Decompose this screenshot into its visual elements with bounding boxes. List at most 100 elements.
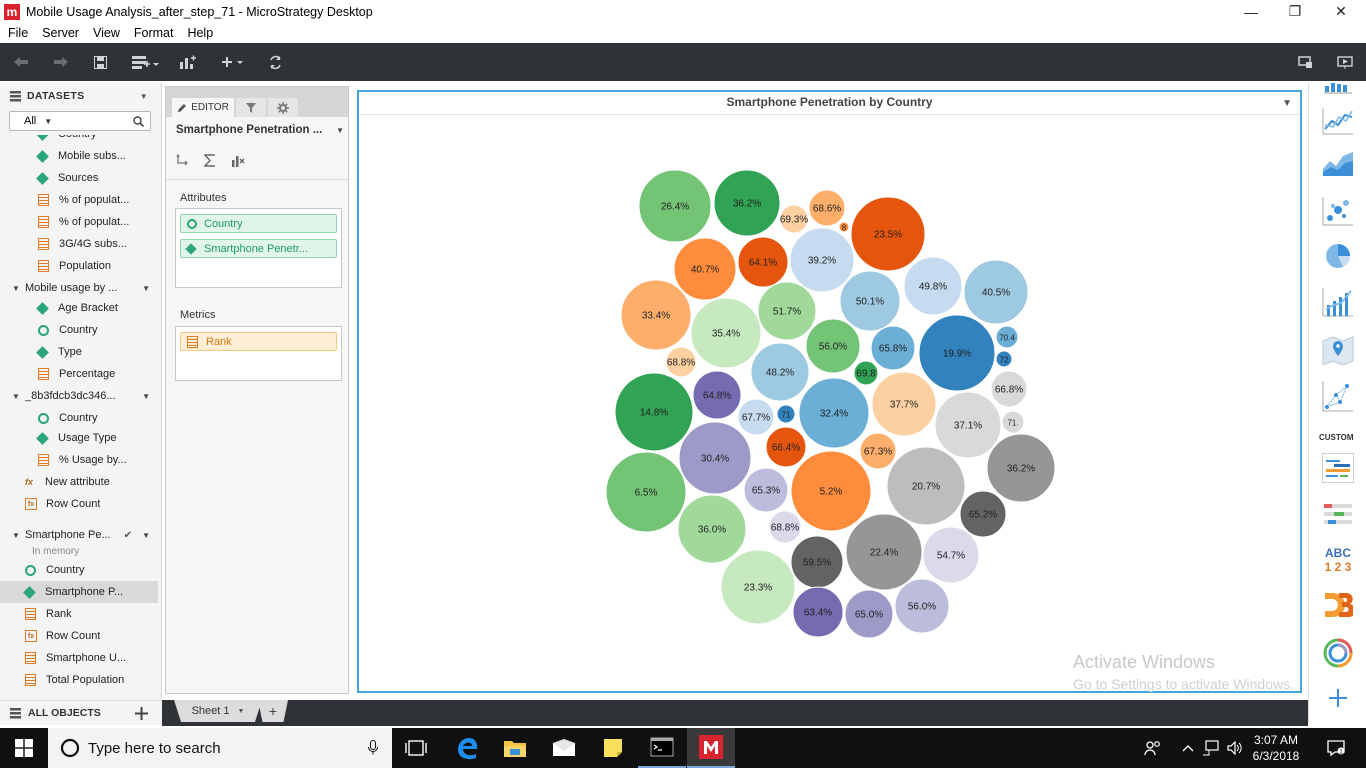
taskbar-search-box[interactable]: Type here to search [48,728,392,768]
close-button[interactable]: ✕ [1318,0,1364,23]
dataset-object-item[interactable]: Country [0,559,158,581]
system-clock[interactable]: 3:07 AM 6/3/2018 [1248,732,1304,764]
expand-caret-icon[interactable]: ▼ [10,392,22,401]
d3-icon[interactable] [1321,588,1355,622]
edge-browser-icon[interactable] [443,728,491,768]
menu-server[interactable]: Server [42,26,79,40]
dataset-object-item[interactable]: fx New attribute [0,471,158,493]
combo-chart-icon[interactable] [1321,285,1355,319]
save-icon[interactable] [92,51,108,73]
add-data-icon[interactable] [130,51,160,73]
menu-file[interactable]: File [8,26,28,40]
search-icon[interactable] [133,116,144,127]
minimize-button[interactable]: — [1228,0,1274,23]
expand-caret-icon[interactable]: ▼ [10,531,22,540]
expand-caret-icon[interactable]: ▼ [10,284,22,293]
dataset-object-item[interactable]: Country [0,407,158,429]
visualization-options-icon[interactable] [231,153,245,167]
dataset-object-item[interactable]: Age Bracket [0,297,158,319]
network-icon[interactable] [1321,379,1355,413]
dataset-object-item[interactable]: Sources [0,167,158,189]
add-visualization-icon[interactable] [178,51,196,73]
group-menu-icon[interactable]: ▼ [142,284,150,293]
restore-button[interactable]: ❐ [1272,0,1318,23]
grid-viz-icon[interactable] [1321,69,1355,103]
sheet-tab[interactable]: Sheet 1 ▼ [174,700,262,722]
dataset-object-item[interactable]: fx Row Count [0,625,158,647]
insert-menu-icon[interactable] [219,51,245,73]
sticky-notes-icon[interactable] [589,728,637,768]
all-objects-label[interactable]: ALL OBJECTS [28,707,101,719]
pie-chart-icon[interactable] [1321,239,1355,273]
mail-icon[interactable] [540,728,588,768]
bubble-chart[interactable]: 26.4% 36.2% 69.3% 68.6%8 23.5% 40.7% 64.1% 39.2… [359,92,1300,691]
area-chart-icon[interactable] [1321,146,1355,180]
all-objects-bar: ALL OBJECTS [0,700,162,725]
dataset-group-header[interactable]: ▼ _8b3fdcb3dc346... ▼ [0,385,158,407]
swap-icon[interactable] [176,153,190,167]
network-tray-icon[interactable] [1200,728,1222,768]
microstrategy-taskbar-icon[interactable] [687,728,735,768]
file-explorer-icon[interactable] [491,728,539,768]
donut-chart-icon[interactable] [1321,636,1355,670]
redo-icon[interactable] [52,51,70,73]
bubble-chart-icon[interactable] [1321,194,1355,228]
sigma-icon[interactable] [203,154,216,167]
volume-icon[interactable] [1224,728,1246,768]
datasets-menu-icon[interactable]: ▼ [140,92,148,101]
tab-editor[interactable]: EDITOR [172,98,234,117]
line-chart-icon[interactable] [1321,104,1355,138]
present-icon[interactable] [1296,51,1314,73]
people-icon[interactable] [1140,728,1166,768]
attribute-pill-smartphone-penetration[interactable]: Smartphone Penetr... [180,239,337,258]
menu-format[interactable]: Format [134,26,174,40]
add-sheet-button[interactable]: + [258,700,288,722]
group-menu-icon[interactable]: ▼ [142,392,150,401]
undo-icon[interactable] [12,51,30,73]
menu-help[interactable]: Help [187,26,213,40]
command-prompt-icon[interactable] [638,728,686,768]
dataset-object-item[interactable]: fx Row Count [0,493,158,515]
heat-grid-icon[interactable] [1321,498,1355,532]
action-center-icon[interactable]: 1 [1318,728,1354,768]
dataset-object-item[interactable]: % Usage by... [0,449,158,471]
dataset-object-item[interactable]: % of populat... [0,189,158,211]
dataset-object-item[interactable]: Mobile subs... [0,145,158,167]
word-cloud-icon[interactable] [1321,451,1355,485]
task-view-icon[interactable] [392,728,440,768]
dataset-filter-select[interactable]: All ▼ [9,111,151,131]
add-dataset-icon[interactable] [135,707,148,720]
dataset-object-item[interactable]: 3G/4G subs... [0,233,158,255]
attributes-dropzone[interactable]: Country Smartphone Penetr... [175,208,342,288]
editor-dataset-select[interactable]: Smartphone Penetration ... ▼ [176,124,344,136]
tray-overflow-icon[interactable] [1178,728,1198,768]
bubble-label: 48.2% [766,368,794,379]
dataset-object-item[interactable]: Population [0,255,158,277]
attribute-pill-country[interactable]: Country [180,214,337,233]
dataset-object-item[interactable]: Country [0,319,158,341]
metrics-dropzone[interactable]: Rank [175,326,342,381]
map-icon[interactable] [1321,333,1355,367]
dataset-object-item[interactable]: Smartphone P... [0,581,158,603]
group-menu-icon[interactable]: ▼ [142,531,150,540]
metric-pill-rank[interactable]: Rank [180,332,337,351]
dataset-object-item[interactable]: Smartphone U... [0,647,158,669]
refresh-icon[interactable] [266,51,284,73]
dataset-object-item[interactable]: Percentage [0,363,158,385]
dataset-object-item[interactable]: Type [0,341,158,363]
dataset-object-item[interactable]: Usage Type [0,427,158,449]
tab-filter[interactable] [236,98,266,117]
dataset-object-item[interactable]: Total Population [0,669,158,691]
visualization-container[interactable]: Smartphone Penetration by Country ▼ 26.4… [357,90,1302,693]
microphone-icon[interactable] [368,740,378,756]
dataset-group-header[interactable]: ▼ Mobile usage by ... ▼ [0,277,158,299]
menu-view[interactable]: View [93,26,120,40]
add-custom-viz-icon[interactable] [1321,681,1355,715]
dataset-object-item[interactable]: Country [0,135,158,145]
kpi-text-icon[interactable]: ABC 1 2 3 [1321,543,1355,577]
dataset-object-item[interactable]: % of populat... [0,211,158,233]
tab-format[interactable] [268,98,298,117]
start-button[interactable] [0,728,48,768]
dataset-object-item[interactable]: Rank [0,603,158,625]
bubble-label: 69.8 [856,369,876,380]
